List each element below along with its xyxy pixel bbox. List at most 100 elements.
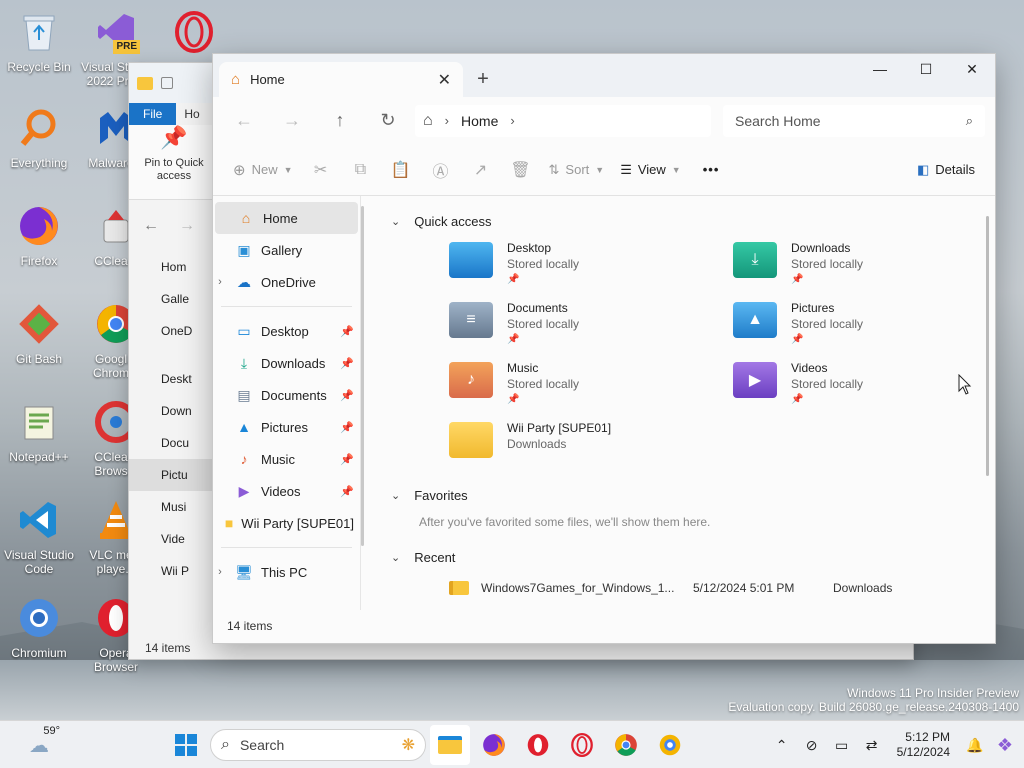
sidebar-item-onedrive[interactable]: › ☁ OneDrive [213,266,360,298]
quick-access-header[interactable]: ⌄ Quick access [391,206,971,236]
weather-widget[interactable]: 59° ☁ [14,725,64,756]
copilot-icon[interactable]: ❖ [994,735,1016,756]
view-button[interactable]: ☰ View ▼ [614,154,687,186]
sidebar-item-desktop[interactable]: ▭ Desktop 📌 [213,315,360,347]
documents-folder-icon: ≡ [449,302,493,338]
sidebar-item-gallery[interactable]: ▣ Gallery [213,234,360,266]
close-button[interactable]: ✕ [949,54,995,84]
search-icon: ⌕ [965,112,973,128]
breadcrumb-home[interactable]: Home [461,113,498,129]
start-button[interactable] [166,725,206,765]
sync-icon[interactable]: ⇄ [861,737,883,754]
taskbar-chromium[interactable] [650,725,690,765]
back-sidebar-item-onedrive[interactable]: OneD [129,315,213,347]
bell-icon[interactable]: 🔔 [964,737,986,754]
quick-access-item-videos[interactable]: ▶ Videos Stored locally 📌 [733,356,973,416]
explorer-window[interactable]: ⌂ Home ✕ + — ☐ ✕ ← → ↑ ↻ ⌂ › Home › Sear… [212,53,996,644]
quick-access-text: Wii Party [SUPE01] Downloads [507,420,611,452]
sidebar-item-music[interactable]: ♪ Music 📌 [213,443,360,475]
quick-access-item-documents[interactable]: ≡ Documents Stored locally 📌 [449,296,733,356]
file-tab[interactable]: File [129,103,177,125]
sidebar-item-wii-party-supe01[interactable]: ■ Wii Party [SUPE01] [213,507,360,539]
sidebar-item-videos[interactable]: ▶ Videos 📌 [213,475,360,507]
desktop-icon-git-bash[interactable]: Git Bash [3,300,75,366]
desktop-icon-everything[interactable]: Everything [3,104,75,170]
copy-button[interactable]: ⧉ [343,154,379,186]
search-input[interactable]: Search Home ⌕ [723,104,985,137]
taskbar-file-explorer[interactable] [430,725,470,765]
sidebar-item-pictures[interactable]: ▲ Pictures 📌 [213,411,360,443]
maximize-button[interactable]: ☐ [903,54,949,84]
back-sidebar-item-documents[interactable]: Docu [129,427,213,459]
back-button[interactable]: ← [223,105,265,137]
recent-header[interactable]: ⌄ Recent [391,542,971,572]
new-tab-button[interactable]: + [463,62,503,97]
up-button[interactable]: ↑ [319,105,361,137]
quick-access-item-downloads[interactable]: ⤓ Downloads Stored locally 📌 [733,236,973,296]
desktop-icon-vscode[interactable]: Visual Studio Code [3,496,75,576]
item-name: Videos [791,361,828,375]
back-arrow-icon[interactable]: ← [143,217,159,235]
taskbar-search[interactable]: ⌕ Search ❋ [210,729,426,761]
refresh-button[interactable]: ↻ [367,105,409,137]
delete-button[interactable]: 🗑 [503,154,539,186]
view-label: View [637,162,666,177]
content-scrollbar[interactable] [986,216,989,476]
sidebar-item-documents[interactable]: ▤ Documents 📌 [213,379,360,411]
sidebar-item-home[interactable]: ⌂ Home [215,202,358,234]
desktop-icon-notepad-plus-plus[interactable]: Notepad++ [3,398,75,464]
back-sidebar-item-pictures[interactable]: Pictu [129,459,213,491]
sidebar-item-this-pc[interactable]: › 🖥 This PC [213,556,360,588]
quick-access-item-desktop[interactable]: Desktop Stored locally 📌 [449,236,733,296]
back-sidebar-item-desktop[interactable]: Deskt [129,363,213,395]
more-options-button[interactable]: ••• [691,154,732,186]
share-button[interactable]: ↗ [463,154,499,186]
taskbar-opera-gx[interactable] [562,725,602,765]
quick-access-item-wii-party-supe01[interactable]: Wii Party [SUPE01] Downloads [449,416,733,476]
cut-button[interactable]: ✂ [303,154,339,186]
share-icon: ↗ [473,161,488,179]
tab-home[interactable]: ⌂ Home ✕ [219,62,463,97]
home-ribbon-tab[interactable]: Ho [176,103,207,125]
close-tab-icon[interactable]: ✕ [438,70,451,90]
forward-arrow-icon[interactable]: → [179,217,195,235]
breadcrumb[interactable]: ⌂ › Home › [415,104,711,137]
taskbar-firefox[interactable] [474,725,514,765]
quick-access-item-music[interactable]: ♪ Music Stored locally 📌 [449,356,733,416]
taskbar-opera[interactable] [518,725,558,765]
back-sidebar-item-music[interactable]: Musi [129,491,213,523]
back-sidebar-item-home[interactable]: Hom [129,251,213,283]
search-label: Search [239,737,285,753]
paste-button[interactable]: 📋 [383,154,419,186]
recent-file-row[interactable]: Windows7Games_for_Windows_1... 5/12/2024… [449,572,971,604]
favorites-header[interactable]: ⌄ Favorites [391,480,971,510]
back-sidebar-item-wii-party[interactable]: Wii P [129,555,213,587]
item-location: Stored locally [791,377,864,391]
pin-icon: 📌 [340,453,354,466]
desktop-icon-chromium[interactable]: Chromium [3,594,75,660]
clock[interactable]: 5:12 PM 5/12/2024 [897,730,950,760]
quick-access-item-pictures[interactable]: ▲ Pictures Stored locally 📌 [733,296,973,356]
forward-button[interactable]: → [271,105,313,137]
sort-button[interactable]: ⇅ Sort ▼ [543,154,611,186]
pin-icon: 📌 [791,334,804,345]
pin-to-quick-access-button[interactable]: 📌 Pin to Quick access [135,127,213,183]
pictures-folder-icon: ▲ [733,302,777,338]
back-sidebar-item-downloads[interactable]: Down [129,395,213,427]
back-sidebar-item-videos[interactable]: Vide [129,523,213,555]
taskbar-chrome[interactable] [606,725,646,765]
back-sidebar-item-gallery[interactable]: Galle [129,283,213,315]
chevron-up-icon[interactable]: ⌃ [771,737,793,754]
sidebar-item-downloads[interactable]: ⤓ Downloads 📌 [213,347,360,379]
chevron-right-icon[interactable]: › [510,113,514,128]
rename-button[interactable]: Ⓐ [423,154,459,186]
desktop-icon-firefox[interactable]: Firefox [3,202,75,268]
chevron-right-icon[interactable]: › [213,566,227,578]
network-disconnected-icon[interactable]: ⊘ [801,737,823,754]
minimize-button[interactable]: — [857,54,903,84]
desktop-icon-recycle-bin[interactable]: Recycle Bin [3,8,75,74]
chevron-right-icon[interactable]: › [213,276,227,288]
new-button[interactable]: ⊕ New ▼ [227,154,299,186]
details-button[interactable]: ◧ Details [911,154,981,186]
device-icon[interactable]: ▭ [831,737,853,754]
